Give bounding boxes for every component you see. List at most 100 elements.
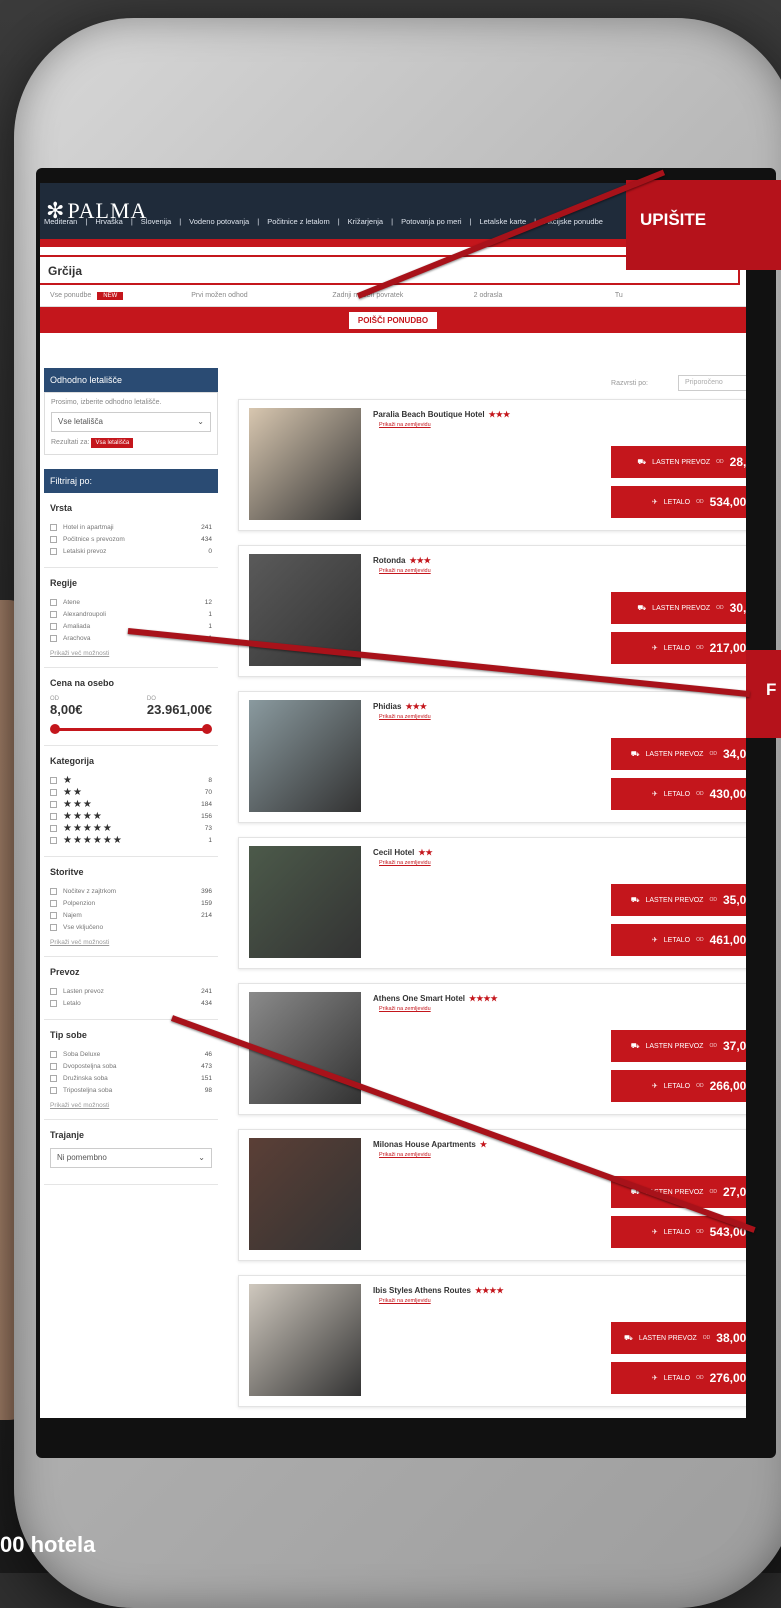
- hotel-name[interactable]: Athens One Smart Hotel ★★★★: [373, 994, 498, 1003]
- filter-option[interactable]: ★★★ 184: [50, 798, 212, 810]
- checkbox[interactable]: [50, 987, 57, 995]
- results-tag[interactable]: Vsa letališča: [91, 438, 134, 448]
- checkbox[interactable]: [50, 887, 57, 895]
- flight-button[interactable]: ✈LETALOOD217,00€: [611, 632, 746, 664]
- search-button[interactable]: POIŠČI PONUDBO: [348, 311, 438, 329]
- filter-option[interactable]: Počitnice s prevozom 434: [50, 533, 212, 545]
- search-field[interactable]: Vse ponudbe NEW: [40, 291, 181, 300]
- checkbox[interactable]: [50, 523, 57, 531]
- checkbox[interactable]: [50, 610, 57, 618]
- sort-select[interactable]: Priporočeno: [678, 375, 746, 391]
- checkbox[interactable]: [50, 634, 57, 642]
- flight-button[interactable]: ✈LETALOOD430,00€: [611, 778, 746, 810]
- show-more-link[interactable]: Prikaži več možnosti: [50, 939, 212, 946]
- hotel-image[interactable]: [249, 1138, 361, 1250]
- hotel-name[interactable]: Cecil Hotel ★★: [373, 848, 433, 857]
- hotel-image[interactable]: [249, 1284, 361, 1396]
- filter-option[interactable]: Hotel in apartmaji 241: [50, 521, 212, 533]
- slider-handle-max[interactable]: [202, 724, 212, 734]
- hotel-image[interactable]: [249, 408, 361, 520]
- checkbox[interactable]: [50, 1074, 57, 1082]
- own-transport-button[interactable]: ⛟LASTEN PREVOZOD34,00: [611, 738, 746, 770]
- hotel-name[interactable]: Phidias ★★★: [373, 702, 427, 711]
- filter-option[interactable]: Triposteljna soba 98: [50, 1084, 212, 1096]
- checkbox[interactable]: [50, 788, 57, 796]
- filter-option[interactable]: Najem 214: [50, 909, 212, 921]
- checkbox[interactable]: [50, 911, 57, 919]
- nav-item[interactable]: Vodeno potovanja: [189, 217, 249, 226]
- nav-item[interactable]: Potovanja po meri: [401, 217, 461, 226]
- nav-item[interactable]: Mediteran: [44, 217, 77, 226]
- hotel-image[interactable]: [249, 846, 361, 958]
- nav-item[interactable]: Letalske karte: [479, 217, 526, 226]
- checkbox[interactable]: [50, 824, 57, 832]
- hotel-card[interactable]: Ibis Styles Athens Routes ★★★★ Prikaži na …: [238, 1275, 746, 1407]
- own-transport-button[interactable]: ⛟LASTEN PREVOZOD28,0: [611, 446, 746, 478]
- nav-item[interactable]: Slovenija: [141, 217, 171, 226]
- hotel-name[interactable]: Paralia Beach Boutique Hotel ★★★: [373, 410, 510, 419]
- search-field[interactable]: 2 odrasla: [464, 292, 605, 299]
- filter-option[interactable]: ★★★★ 156: [50, 810, 212, 822]
- checkbox[interactable]: [50, 999, 57, 1007]
- map-link[interactable]: Prikaži na zemljevidu: [379, 422, 431, 428]
- filter-option[interactable]: ★★★★★★ 1: [50, 834, 212, 846]
- show-more-link[interactable]: Prikaži več možnosti: [50, 650, 212, 657]
- own-transport-button[interactable]: ⛟LASTEN PREVOZOD35,00: [611, 884, 746, 916]
- price-slider[interactable]: [50, 723, 212, 735]
- filter-option[interactable]: Lasten prevoz 241: [50, 985, 212, 997]
- filter-option[interactable]: Dvoposteljna soba 473: [50, 1060, 212, 1072]
- checkbox[interactable]: [50, 1086, 57, 1094]
- hotel-name[interactable]: Ibis Styles Athens Routes ★★★★: [373, 1286, 504, 1295]
- search-field[interactable]: Tu: [605, 292, 746, 299]
- filter-option[interactable]: ★★ 70: [50, 786, 212, 798]
- checkbox[interactable]: [50, 899, 57, 907]
- map-link[interactable]: Prikaži na zemljevidu: [379, 1152, 431, 1158]
- checkbox[interactable]: [50, 836, 57, 844]
- filter-option[interactable]: ★ 8: [50, 774, 212, 786]
- filter-option[interactable]: Vse vključeno: [50, 921, 212, 933]
- filter-option[interactable]: Letalo 434: [50, 997, 212, 1009]
- flight-button[interactable]: ✈LETALOOD461,00€: [611, 924, 746, 956]
- filter-option[interactable]: ★★★★★ 73: [50, 822, 212, 834]
- nav-item[interactable]: Počitnice z letalom: [267, 217, 330, 226]
- flight-button[interactable]: ✈LETALOOD534,00€: [611, 486, 746, 518]
- search-field[interactable]: Prvi možen odhod: [181, 292, 322, 299]
- filter-option[interactable]: Atene 12: [50, 596, 212, 608]
- own-transport-button[interactable]: ⛟LASTEN PREVOZOD38,00€: [611, 1322, 746, 1354]
- map-link[interactable]: Prikaži na zemljevidu: [379, 568, 431, 574]
- hotel-card[interactable]: Phidias ★★★ Prikaži na zemljevidu ⛟ LASTEN P…: [238, 691, 746, 823]
- own-transport-button[interactable]: ⛟LASTEN PREVOZOD30,0: [611, 592, 746, 624]
- duration-select[interactable]: Ni pomembno ⌄: [50, 1148, 212, 1168]
- checkbox[interactable]: [50, 598, 57, 606]
- map-link[interactable]: Prikaži na zemljevidu: [379, 714, 431, 720]
- map-link[interactable]: Prikaži na zemljevidu: [379, 1006, 431, 1012]
- filter-option[interactable]: Družinska soba 151: [50, 1072, 212, 1084]
- checkbox[interactable]: [50, 800, 57, 808]
- show-more-link[interactable]: Prikaži več možnosti: [50, 1102, 212, 1109]
- filter-option[interactable]: Polpenzion 159: [50, 897, 212, 909]
- checkbox[interactable]: [50, 547, 57, 555]
- checkbox[interactable]: [50, 1062, 57, 1070]
- hotel-card[interactable]: Paralia Beach Boutique Hotel ★★★ Prikaži n…: [238, 399, 746, 531]
- checkbox[interactable]: [50, 776, 57, 784]
- airport-select[interactable]: Vse letališča ⌄: [51, 412, 211, 432]
- map-link[interactable]: Prikaži na zemljevidu: [379, 1298, 431, 1304]
- hotel-card[interactable]: Cecil Hotel ★★ Prikaži na zemljevidu ⛟ LASTE…: [238, 837, 746, 969]
- nav-item[interactable]: Hrvaška: [95, 217, 123, 226]
- checkbox[interactable]: [50, 1050, 57, 1058]
- flight-button[interactable]: ✈LETALOOD266,00€: [611, 1070, 746, 1102]
- flight-button[interactable]: ✈LETALOOD276,00€: [611, 1362, 746, 1394]
- slider-handle-min[interactable]: [50, 724, 60, 734]
- map-link[interactable]: Prikaži na zemljevidu: [379, 860, 431, 866]
- checkbox[interactable]: [50, 923, 57, 931]
- search-field[interactable]: Zadnji možen povratek: [322, 292, 463, 299]
- filter-option[interactable]: Soba Deluxe 46: [50, 1048, 212, 1060]
- hotel-card[interactable]: Athens One Smart Hotel ★★★★ Prikaži na zem…: [238, 983, 746, 1115]
- hotel-name[interactable]: Milonas House Apartments ★: [373, 1140, 487, 1149]
- filter-option[interactable]: Nočitev z zajtrkom 396: [50, 885, 212, 897]
- checkbox[interactable]: [50, 535, 57, 543]
- checkbox[interactable]: [50, 812, 57, 820]
- filter-option[interactable]: Alexandroupoli 1: [50, 608, 212, 620]
- hotel-image[interactable]: [249, 700, 361, 812]
- nav-item[interactable]: Križarjenja: [348, 217, 383, 226]
